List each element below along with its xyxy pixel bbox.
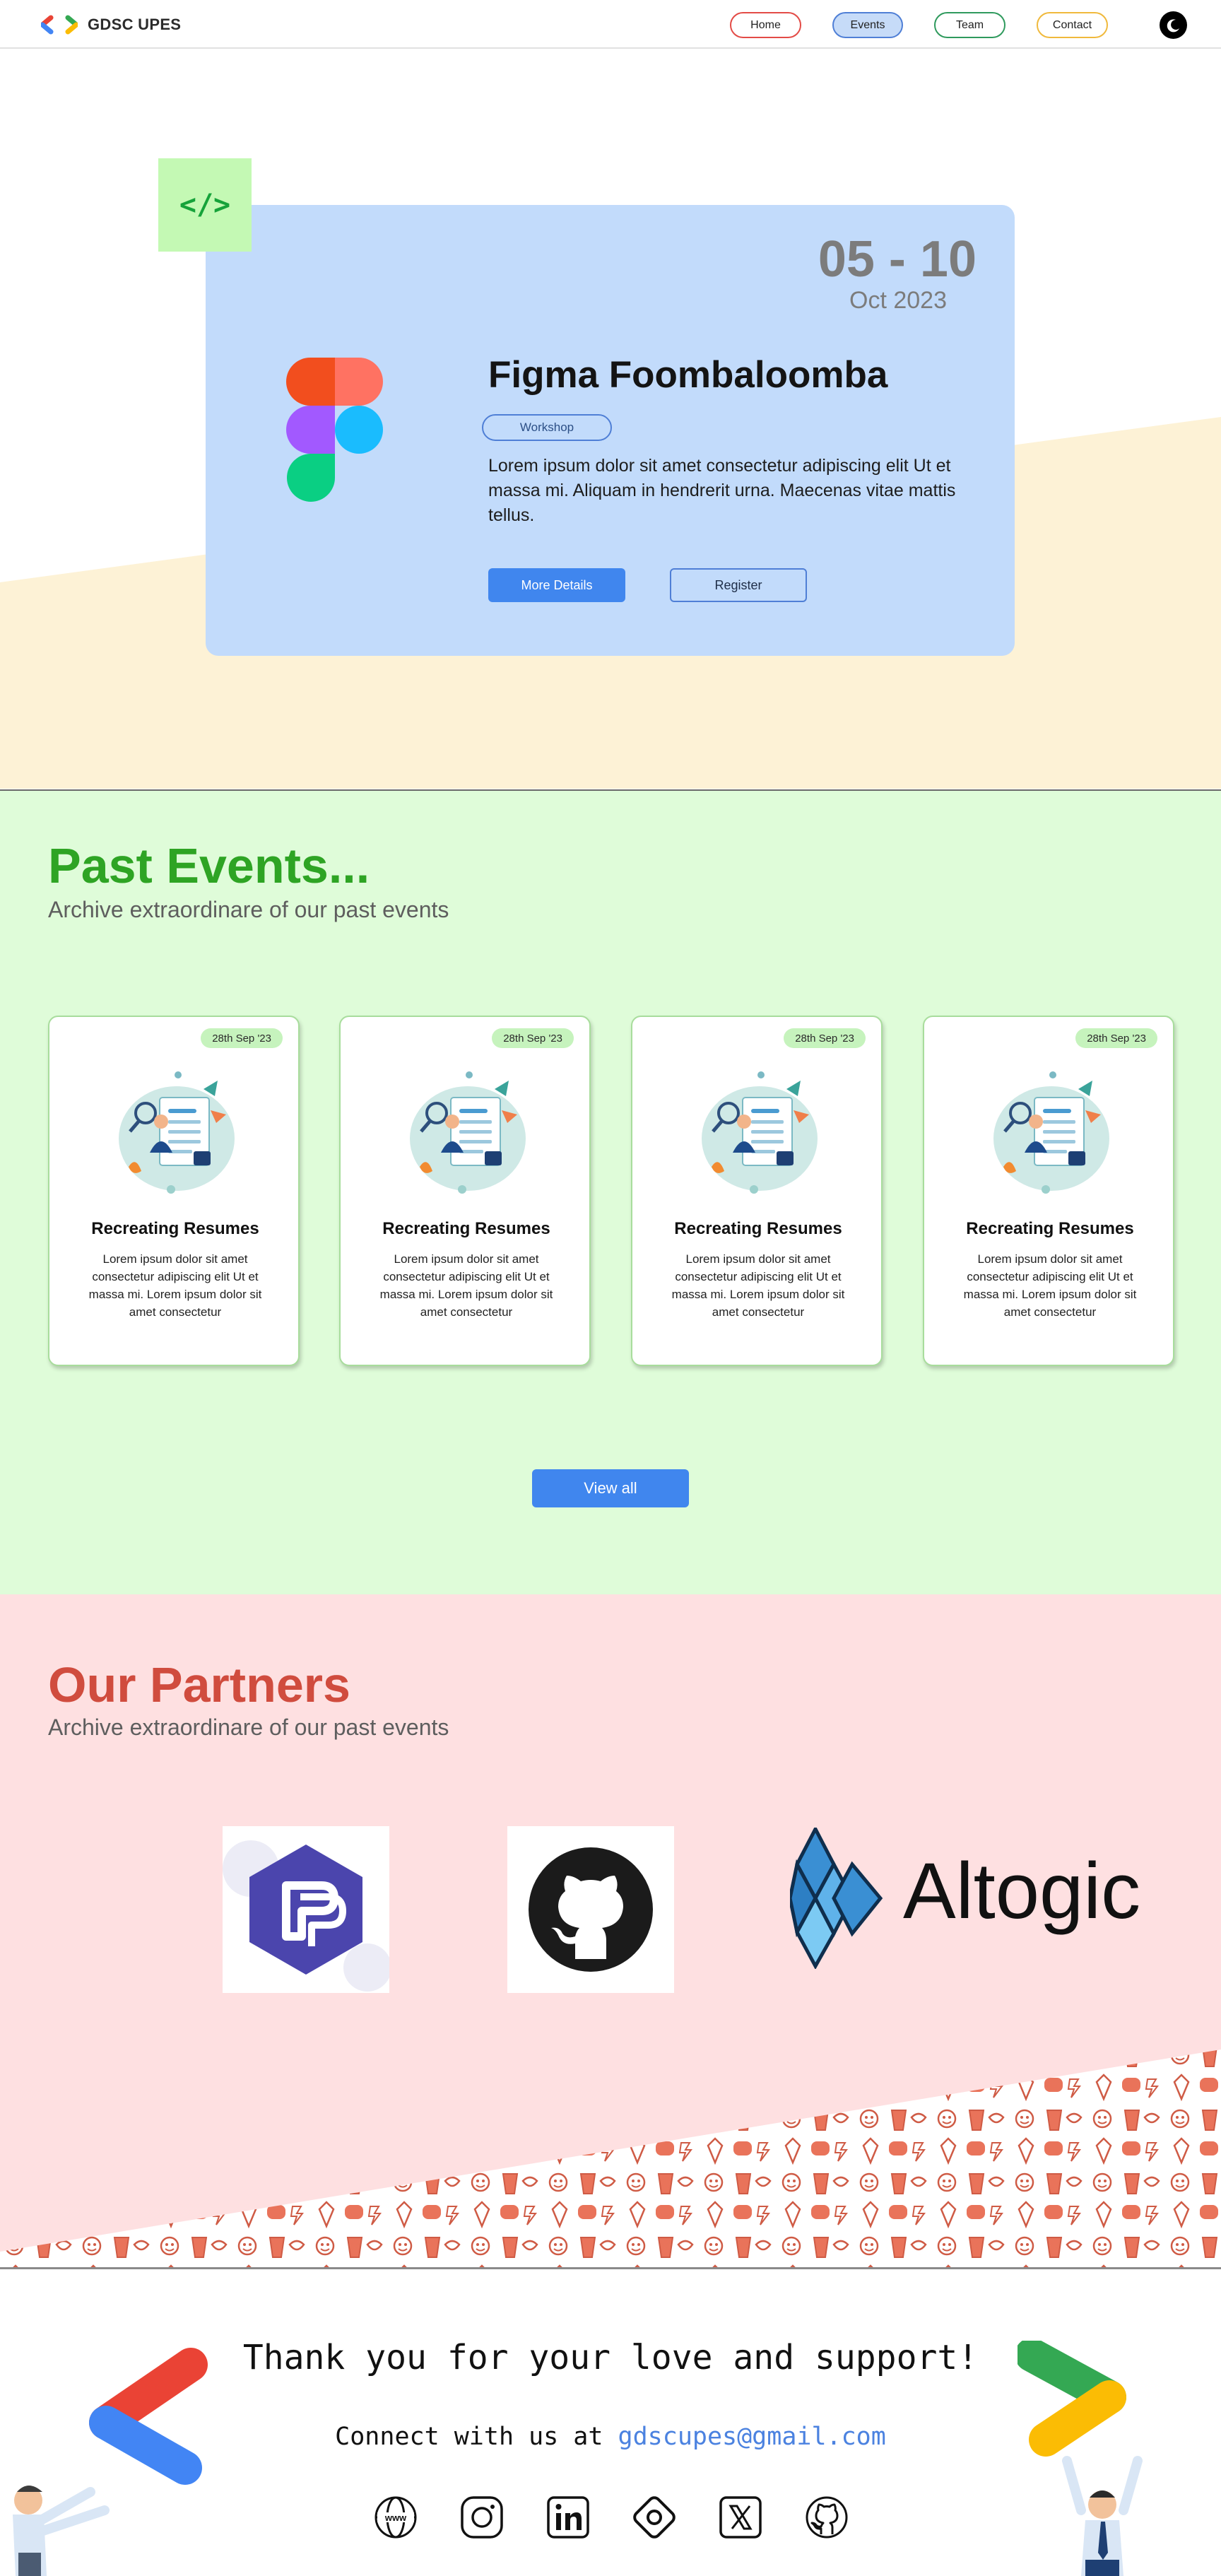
event-card-text: Lorem ipsum dolor sit amet consectetur a… xyxy=(963,1252,1137,1319)
event-card-title: Recreating Resumes xyxy=(966,1219,1134,1238)
hexagon-partner-logo-icon xyxy=(223,1840,389,1992)
contact-email-link[interactable]: gdscupes@gmail.com xyxy=(618,2423,886,2451)
nav-contact-button[interactable]: Contact xyxy=(1037,12,1108,38)
top-navbar: GDSC UPES Home Events Team Contact xyxy=(0,0,1221,49)
nav-team-button[interactable]: Team xyxy=(934,12,1005,38)
nav-home-button[interactable]: Home xyxy=(730,12,801,38)
instagram-link[interactable] xyxy=(458,2493,506,2541)
brand[interactable]: GDSC UPES xyxy=(41,14,181,35)
event-card-date: 28th Sep '23 xyxy=(784,1028,866,1048)
event-title: Figma Foombaloomba xyxy=(488,354,888,396)
person-lifting-bracket-illustration-icon xyxy=(1018,2341,1143,2576)
brand-name: GDSC UPES xyxy=(88,16,182,33)
altogic-logo[interactable]: Altogic xyxy=(790,1828,1172,1969)
past-events-title: Past Events... xyxy=(48,838,370,893)
github-link[interactable] xyxy=(803,2493,851,2541)
discord-icon xyxy=(633,2496,676,2539)
event-date-range: 05 - 10 xyxy=(818,231,977,288)
linkedin-icon xyxy=(547,2496,589,2539)
x-link[interactable] xyxy=(716,2493,765,2541)
altogic-wordmark: Altogic xyxy=(903,1847,1140,1935)
theme-toggle-button[interactable] xyxy=(1160,11,1187,39)
footer-section: Thank you for your love and support! Con… xyxy=(0,2270,1221,2576)
hero-section: </> 05 - 10 Oct 2023 Figma Foombaloomba … xyxy=(0,49,1221,789)
figma-logo-icon xyxy=(286,358,383,502)
instagram-icon xyxy=(461,2496,503,2539)
partners-section: Our Partners Archive extraordinare of ou… xyxy=(0,1594,1221,2269)
event-date-month: Oct 2023 xyxy=(849,287,947,314)
more-details-button[interactable]: More Details xyxy=(488,568,625,602)
partners-subtitle: Archive extraordinare of our past events xyxy=(48,1715,449,1740)
past-events-subtitle: Archive extraordinare of our past events xyxy=(48,897,449,922)
event-card-title: Recreating Resumes xyxy=(91,1219,259,1238)
resume-illustration-icon xyxy=(410,1071,526,1194)
connect-prefix: Connect with us at xyxy=(335,2423,618,2451)
resume-illustration-icon xyxy=(993,1071,1109,1194)
event-card-text: Lorem ipsum dolor sit amet consectetur a… xyxy=(379,1252,553,1319)
altogic-mark-icon xyxy=(790,1828,883,1969)
view-all-button[interactable]: View all xyxy=(532,1469,689,1507)
discord-link[interactable] xyxy=(630,2493,678,2541)
nav-events-button[interactable]: Events xyxy=(832,12,903,38)
event-card[interactable]: 28th Sep '23 Recreating Resumes Lorem ip… xyxy=(339,1016,591,1366)
event-description: Lorem ipsum dolor sit amet consectetur a… xyxy=(488,456,956,525)
past-events-section: Past Events... Archive extraordinare of … xyxy=(0,789,1221,1594)
code-icon-tile: </> xyxy=(158,158,252,252)
github-logo-icon xyxy=(529,1847,653,1972)
event-card[interactable]: 28th Sep '23 Recreating Resumes Lorem ip… xyxy=(923,1016,1174,1366)
event-card-title: Recreating Resumes xyxy=(674,1219,842,1238)
event-card-date: 28th Sep '23 xyxy=(1075,1028,1157,1048)
website-icon: www xyxy=(374,2496,417,2539)
x-icon xyxy=(719,2496,762,2539)
partner-logo-hexagon[interactable] xyxy=(223,1826,389,1993)
event-card-date: 28th Sep '23 xyxy=(492,1028,574,1048)
website-link[interactable]: www xyxy=(372,2493,420,2541)
linkedin-link[interactable] xyxy=(544,2493,592,2541)
svg-text:www: www xyxy=(384,2512,407,2523)
event-card[interactable]: 28th Sep '23 Recreating Resumes Lorem ip… xyxy=(48,1016,300,1366)
event-card-text: Lorem ipsum dolor sit amet consectetur a… xyxy=(671,1252,845,1319)
upcoming-event-card: 05 - 10 Oct 2023 Figma Foombaloomba Work… xyxy=(206,205,1015,656)
github-icon xyxy=(806,2496,848,2539)
resume-illustration-icon xyxy=(702,1071,818,1194)
code-icon: </> xyxy=(179,189,231,221)
event-card-title: Recreating Resumes xyxy=(382,1219,550,1238)
event-card-text: Lorem ipsum dolor sit amet consectetur a… xyxy=(88,1252,262,1319)
partners-title: Our Partners xyxy=(48,1657,350,1712)
partner-logo-github[interactable] xyxy=(507,1826,674,1993)
register-button[interactable]: Register xyxy=(670,568,807,602)
gdsc-logo-icon xyxy=(41,15,78,35)
event-type-tag: Workshop xyxy=(482,414,612,441)
event-card[interactable]: 28th Sep '23 Recreating Resumes Lorem ip… xyxy=(631,1016,883,1366)
resume-illustration-icon xyxy=(119,1071,235,1194)
event-card-date: 28th Sep '23 xyxy=(201,1028,283,1048)
moon-icon xyxy=(1167,18,1179,32)
social-links: www xyxy=(372,2493,851,2544)
